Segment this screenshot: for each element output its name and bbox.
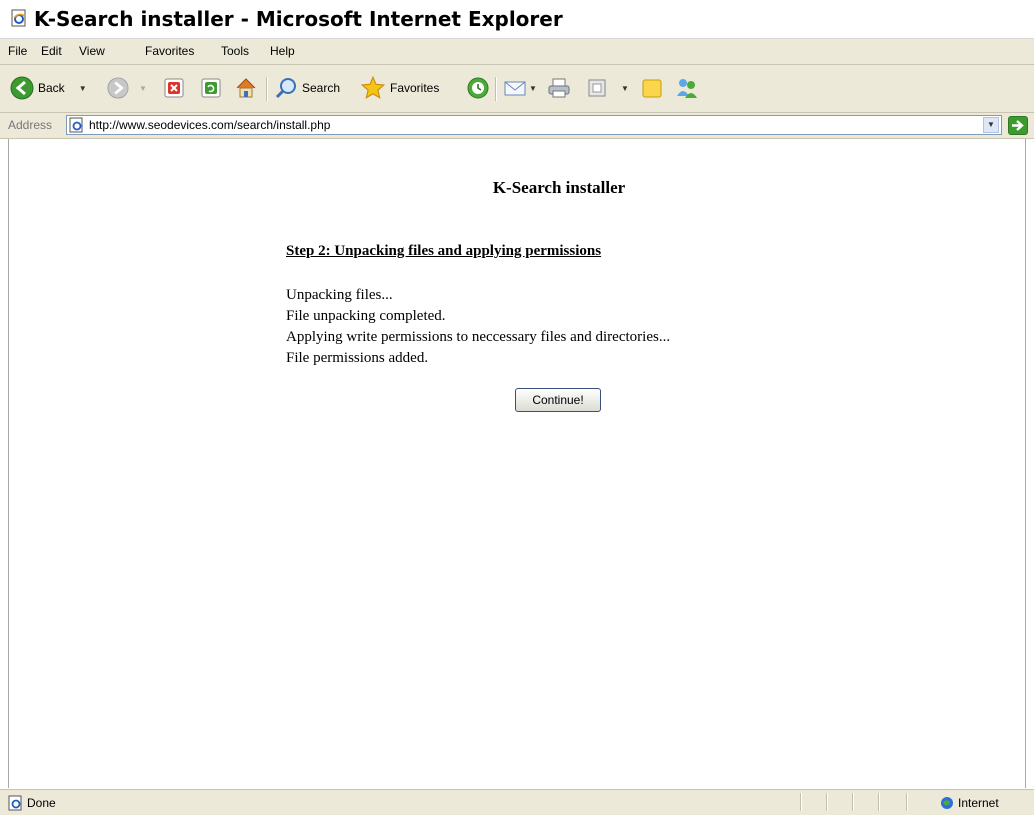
menu-favorites[interactable]: Favorites — [145, 44, 194, 58]
menu-help[interactable]: Help — [270, 44, 295, 58]
mail-icon — [504, 81, 526, 96]
toolbar-separator — [266, 77, 268, 101]
mail-button[interactable]: ▼ — [503, 75, 537, 101]
forward-dropdown-icon: ▼ — [139, 83, 147, 93]
address-dropdown-icon[interactable]: ▼ — [983, 117, 999, 133]
search-button[interactable]: Search — [274, 75, 340, 101]
status-bar: Done Internet — [0, 789, 1034, 815]
print-button[interactable] — [547, 75, 571, 101]
star-icon — [360, 75, 386, 99]
go-button[interactable] — [1008, 116, 1028, 135]
printer-icon — [548, 78, 570, 98]
go-arrow-icon — [1012, 120, 1024, 131]
status-divider — [878, 793, 880, 811]
discuss-icon — [642, 79, 662, 98]
discuss-button[interactable] — [640, 75, 664, 101]
forward-arrow-icon — [107, 77, 129, 99]
globe-icon — [941, 797, 953, 809]
log-line: File permissions added. — [286, 350, 429, 366]
stop-icon — [164, 78, 184, 98]
menu-bar: File Edit View Favorites Tools Help — [0, 39, 1034, 65]
ie-page-icon — [8, 795, 22, 811]
favorites-button[interactable]: Favorites — [360, 75, 439, 101]
page-title: K-Search installer — [492, 178, 626, 197]
log-line: Unpacking files... — [286, 287, 393, 303]
search-label: Search — [302, 81, 341, 95]
title-bar: K-Search installer - Microsoft Internet … — [0, 0, 1034, 39]
messenger-icon — [677, 79, 697, 98]
log-line: File unpacking completed. — [286, 308, 446, 324]
back-dropdown-icon[interactable]: ▼ — [79, 84, 87, 93]
continue-button[interactable]: Continue! — [515, 388, 601, 412]
address-label: Address — [8, 118, 53, 132]
toolbar: Back ▼ ▼ Search Favorites ▼ ▼ — [0, 65, 1034, 113]
status-divider — [906, 793, 908, 811]
window-title: K-Search installer - Microsoft Internet … — [34, 7, 563, 31]
back-arrow-icon — [10, 76, 34, 100]
menu-tools[interactable]: Tools — [221, 44, 249, 58]
menu-view[interactable]: View — [79, 44, 105, 58]
favorites-label: Favorites — [390, 81, 440, 95]
ie-page-icon — [69, 117, 83, 133]
address-bar: Address http://www.seodevices.com/search… — [0, 113, 1034, 139]
status-text: Done — [27, 796, 56, 810]
refresh-icon — [201, 78, 221, 98]
page-content: K-Search installer Step 2: Unpacking fil… — [8, 139, 1026, 788]
history-button[interactable] — [466, 75, 490, 101]
forward-button[interactable]: ▼ — [107, 75, 147, 101]
stop-button[interactable] — [164, 75, 184, 101]
magnifier-icon — [275, 78, 296, 99]
toolbar-separator — [495, 77, 497, 101]
step-heading: Step 2: Unpacking files and applying per… — [286, 243, 602, 259]
back-button[interactable]: Back ▼ — [10, 75, 87, 101]
status-divider — [852, 793, 854, 811]
refresh-button[interactable] — [201, 75, 221, 101]
messenger-button[interactable] — [674, 75, 700, 101]
ie-page-icon — [11, 9, 26, 27]
status-divider — [826, 793, 828, 811]
menu-file[interactable]: File — [8, 44, 27, 58]
zone-text: Internet — [958, 796, 999, 810]
progress-log: Unpacking files... File unpacking comple… — [286, 285, 670, 369]
address-url: http://www.seodevices.com/search/install… — [89, 118, 331, 132]
history-icon — [467, 77, 489, 99]
back-label: Back — [38, 81, 65, 95]
browser-window: K-Search installer - Microsoft Internet … — [0, 0, 1034, 815]
menu-edit[interactable]: Edit — [41, 44, 62, 58]
log-line: Applying write permissions to neccessary… — [286, 329, 671, 345]
home-button[interactable] — [234, 75, 258, 101]
edit-button[interactable]: ▼ — [587, 75, 629, 101]
edit-icon — [588, 79, 606, 97]
mail-dropdown-icon[interactable]: ▼ — [529, 84, 537, 93]
edit-dropdown-icon[interactable]: ▼ — [621, 84, 629, 93]
home-icon — [236, 78, 256, 98]
address-input[interactable]: http://www.seodevices.com/search/install… — [66, 115, 1002, 135]
status-divider — [800, 793, 802, 811]
